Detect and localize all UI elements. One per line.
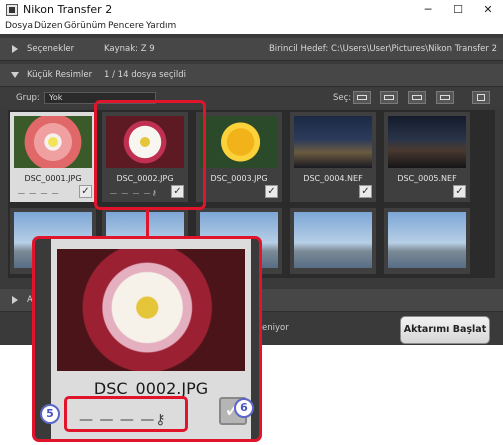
thumbnail-image bbox=[388, 212, 466, 268]
thumbnail-filename: DSC_0004.NEF bbox=[303, 174, 363, 183]
callout-connector bbox=[146, 208, 149, 238]
thumbnail-item[interactable]: DSC_0004.NEF ✓ bbox=[290, 112, 376, 202]
thumbnail-item[interactable] bbox=[384, 208, 470, 274]
trash-icon[interactable] bbox=[472, 91, 490, 104]
thumbnail-checkbox[interactable]: ✓ bbox=[265, 185, 278, 198]
menu-dosya[interactable]: Dosya bbox=[5, 21, 33, 31]
window-title: Nikon Transfer 2 bbox=[23, 3, 113, 16]
thumbnail-filename: DSC_0003.JPG bbox=[210, 174, 268, 183]
select-new-icon[interactable] bbox=[380, 91, 398, 104]
expand-triangle-icon[interactable] bbox=[12, 45, 18, 53]
thumbnail-item[interactable] bbox=[290, 208, 376, 274]
select-all-icon[interactable] bbox=[353, 91, 371, 104]
thumbnail-image bbox=[388, 116, 466, 168]
thumbnail-item[interactable]: DSC_0003.JPG ✓ bbox=[196, 112, 282, 202]
thumbnail-filename: DSC_0005.NEF bbox=[397, 174, 457, 183]
close-button[interactable]: ✕ bbox=[473, 0, 503, 20]
zoomed-thumbnail-image bbox=[57, 249, 245, 371]
thumbnail-highlight-callout bbox=[94, 100, 206, 210]
thumbnail-checkbox[interactable]: ✓ bbox=[453, 185, 466, 198]
menu-duzen[interactable]: Düzen bbox=[34, 21, 63, 31]
menu-gorunum[interactable]: Görünüm bbox=[64, 21, 106, 31]
thumbnails-label: Küçük Resimler bbox=[27, 70, 93, 80]
thumbnail-checkbox[interactable]: ✓ bbox=[79, 185, 92, 198]
thumbnail-image bbox=[200, 116, 278, 168]
minimize-button[interactable]: ─ bbox=[413, 0, 443, 20]
thumbnails-section-header[interactable]: Küçük Resimler 1 / 14 dosya seçildi bbox=[0, 64, 503, 87]
app-icon bbox=[6, 4, 18, 16]
callout-marker-5: 5 bbox=[40, 404, 60, 424]
thumbnail-filename: DSC_0001.JPG bbox=[24, 174, 82, 183]
thumbnail-image bbox=[294, 212, 372, 268]
menu-yardim[interactable]: Yardım bbox=[146, 21, 176, 31]
title-bar: Nikon Transfer 2 ─ ☐ ✕ bbox=[0, 0, 503, 20]
start-transfer-button[interactable]: Aktarımı Başlat bbox=[400, 316, 490, 344]
thumbnail-toolbar: Grup: Yok Seç: bbox=[0, 88, 503, 108]
progress-text: eniyor bbox=[262, 323, 289, 333]
thumbnail-checkbox[interactable]: ✓ bbox=[359, 185, 372, 198]
thumbnail-item[interactable]: DSC_0001.JPG — — — — ✓ bbox=[10, 112, 96, 202]
options-label: Seçenekler bbox=[27, 44, 75, 54]
source-label: Kaynak: Z 9 bbox=[104, 44, 155, 54]
select-none-icon[interactable] bbox=[436, 91, 454, 104]
thumbnail-status: — — — — bbox=[18, 189, 60, 197]
thumbnail-image bbox=[294, 116, 372, 168]
group-label: Grup: bbox=[16, 93, 40, 103]
menu-bar: Dosya Düzen Görünüm Pencere Yardım bbox=[0, 20, 503, 34]
select-label: Seç: bbox=[333, 93, 352, 103]
expand-triangle-icon[interactable] bbox=[12, 296, 18, 304]
status-indicator-highlight bbox=[64, 396, 188, 432]
options-section-header[interactable]: Seçenekler Kaynak: Z 9 Birincil Hedef: C… bbox=[0, 38, 503, 61]
callout-marker-6: 6 bbox=[234, 398, 254, 418]
thumbnail-image bbox=[14, 116, 92, 168]
maximize-button[interactable]: ☐ bbox=[443, 0, 473, 20]
destination-label: Birincil Hedef: C:\Users\User\Pictures\N… bbox=[268, 44, 497, 54]
menu-pencere[interactable]: Pencere bbox=[108, 21, 144, 31]
selection-count: 1 / 14 dosya seçildi bbox=[104, 70, 186, 80]
thumbnail-item[interactable]: DSC_0005.NEF ✓ bbox=[384, 112, 470, 202]
collapse-triangle-icon[interactable] bbox=[11, 72, 19, 78]
select-protected-icon[interactable] bbox=[408, 91, 426, 104]
